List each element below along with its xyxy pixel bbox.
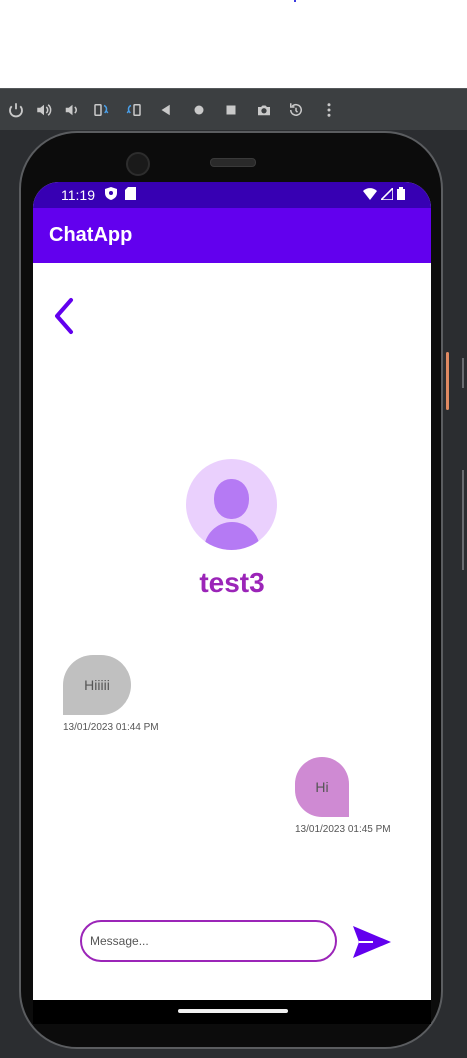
message-timestamp: 13/01/2023 01:44 PM <box>63 722 159 733</box>
power-icon[interactable] <box>3 97 29 123</box>
earpiece-speaker <box>210 158 256 167</box>
home-icon[interactable] <box>186 97 212 123</box>
message-text: Hi <box>315 779 329 795</box>
back-button[interactable] <box>51 296 81 336</box>
battery-icon <box>397 187 405 200</box>
avatar-person-icon <box>214 479 249 519</box>
replay-icon[interactable] <box>283 97 309 123</box>
volume-up-icon[interactable] <box>31 97 57 123</box>
more-icon[interactable] <box>316 97 342 123</box>
incoming-message-bubble[interactable]: Hiiiii <box>63 655 131 715</box>
message-timestamp: 13/01/2023 01:45 PM <box>295 824 391 835</box>
front-camera <box>126 152 150 176</box>
emulator-toolbar <box>0 88 467 130</box>
side-button <box>462 358 464 388</box>
stray-pixel <box>294 0 296 2</box>
chat-user-name: test3 <box>199 567 265 598</box>
send-button[interactable] <box>351 923 393 961</box>
rotate-left-icon[interactable] <box>88 97 114 123</box>
message-text: Hiiiii <box>84 677 110 693</box>
sd-card-icon <box>125 187 136 200</box>
home-gesture-bar[interactable] <box>178 1009 288 1013</box>
phone-screen: 11:19 ChatApp test3 Hiiiii 13/01/2023 01… <box>33 182 431 1000</box>
message-input[interactable] <box>80 920 337 962</box>
status-time: 11:19 <box>61 187 95 203</box>
signal-icon <box>381 187 393 200</box>
send-icon <box>353 926 391 958</box>
volume-down-icon[interactable] <box>58 97 84 123</box>
app-title: ChatApp <box>49 224 133 246</box>
rotate-right-icon[interactable] <box>121 97 147 123</box>
chevron-left-icon <box>55 298 73 334</box>
avatar-person-body <box>204 522 260 550</box>
side-button <box>462 470 464 570</box>
top-blank-area <box>0 0 467 88</box>
app-bar: ChatApp <box>33 208 431 263</box>
avatar <box>186 459 277 550</box>
back-icon[interactable] <box>153 97 179 123</box>
power-side-button[interactable] <box>446 352 449 410</box>
status-bar: 11:19 <box>33 182 431 208</box>
shield-icon <box>105 187 117 200</box>
overview-icon[interactable] <box>218 97 244 123</box>
outgoing-message-bubble[interactable]: Hi <box>295 757 349 817</box>
wifi-icon <box>363 187 377 200</box>
camera-icon[interactable] <box>251 97 277 123</box>
